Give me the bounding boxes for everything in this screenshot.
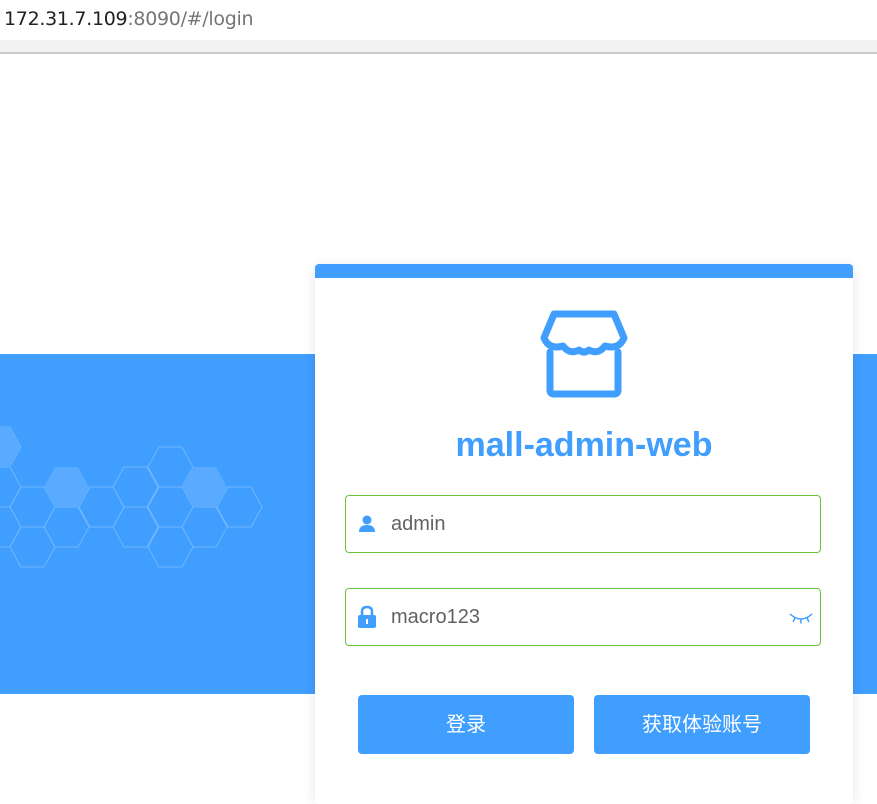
get-trial-account-button[interactable]: 获取体验账号	[594, 695, 810, 754]
login-card: mall-admin-web admin macro123 登录 获取体验账号	[315, 264, 853, 804]
username-input[interactable]: admin	[391, 513, 445, 536]
password-input[interactable]: macro123	[391, 606, 480, 629]
app-title: mall-admin-web	[455, 426, 713, 464]
user-icon	[359, 515, 375, 532]
username-field[interactable]: admin	[345, 495, 821, 553]
browser-toolbar-strip	[0, 40, 877, 54]
storefront-icon	[540, 310, 628, 398]
password-field[interactable]: macro123	[345, 588, 821, 646]
url-text[interactable]: 172.31.7.109:8090/#/login	[4, 8, 254, 30]
lock-icon	[358, 605, 376, 628]
url-host: 172.31.7.109	[4, 8, 128, 30]
address-bar[interactable]: 172.31.7.109:8090/#/login	[0, 0, 877, 40]
login-button[interactable]: 登录	[358, 695, 574, 754]
eye-closed-icon[interactable]	[788, 608, 814, 626]
url-path: :8090/#/login	[127, 8, 254, 30]
hexagon-pattern	[0, 426, 263, 568]
